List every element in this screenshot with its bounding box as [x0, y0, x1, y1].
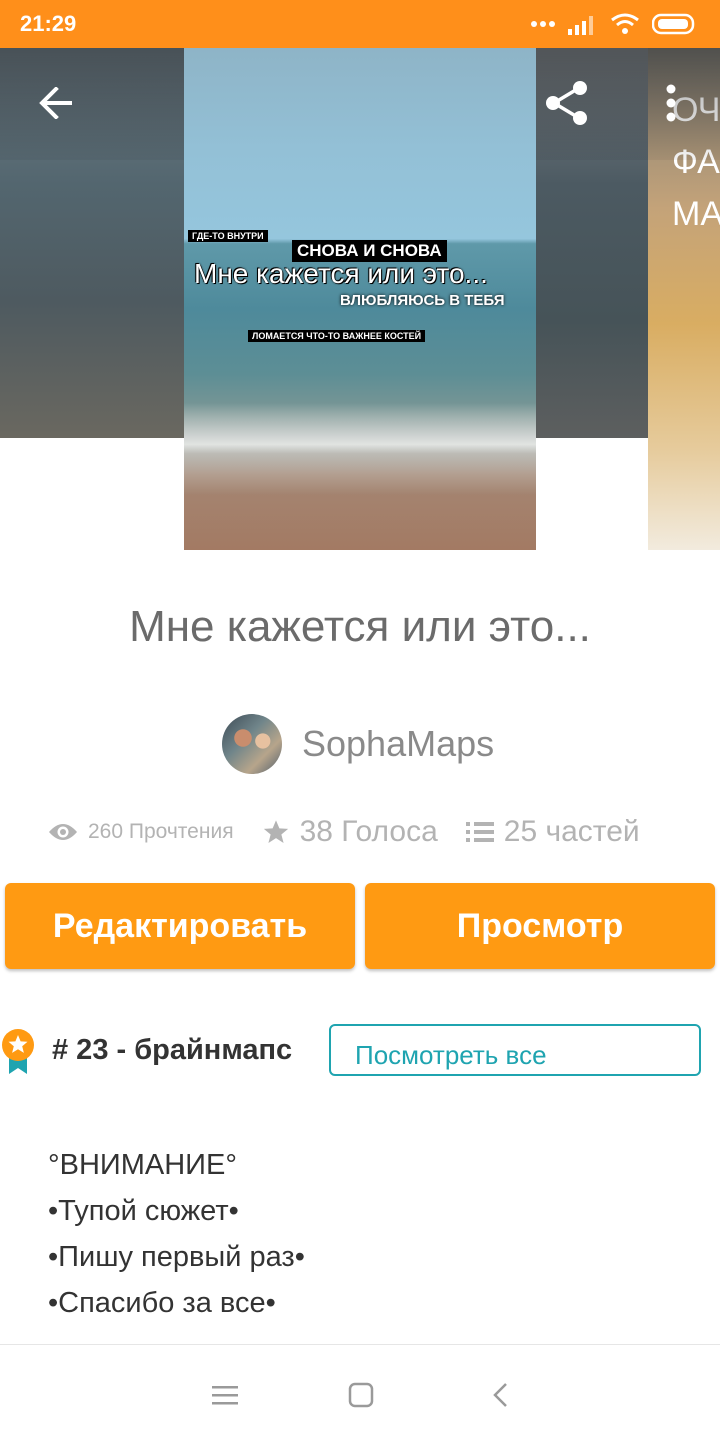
- system-nav-bar: [0, 1344, 720, 1441]
- author-name[interactable]: SophaMaps: [302, 723, 494, 765]
- cover-wave-foam: [184, 403, 536, 495]
- description-line: •Спасибо за все•: [48, 1287, 276, 1319]
- cover-carousel[interactable]: ОЧ ФА МА ГДЕ-ТО ВНУТРИ СНОВА И СНОВА Мне…: [0, 48, 720, 550]
- cover-text-line5: ЛОМАЕТСЯ ЧТО-ТО ВАЖНЕЕ КОСТЕЙ: [248, 330, 426, 342]
- signal-icon: [568, 16, 593, 35]
- votes-count: 38 Голоса: [299, 815, 438, 848]
- back-button[interactable]: [28, 75, 84, 131]
- parts-count: 25 частей: [503, 815, 640, 848]
- status-time: 21:29: [20, 11, 77, 36]
- menu-icon: [212, 1386, 238, 1405]
- reads-count: 260 Прочтения: [88, 820, 234, 843]
- status-icons: [530, 10, 698, 38]
- ranking-text: # 23 - брайнмапс: [52, 1034, 293, 1066]
- edit-button[interactable]: Редактировать: [5, 883, 355, 969]
- story-stats: 260 Прочтения 38 Голоса 25 частей: [48, 810, 668, 854]
- parts-stat: 25 частей: [465, 815, 640, 849]
- share-icon: [546, 81, 587, 125]
- system-back-button[interactable]: [480, 1375, 520, 1415]
- more-options-button[interactable]: [646, 75, 696, 131]
- description-line: •Тупой сюжет•: [48, 1195, 239, 1227]
- ranking-row: # 23 - брайнмапс Посмотреть все: [0, 1024, 720, 1082]
- avatar[interactable]: [222, 714, 282, 774]
- back-chevron-icon: [493, 1383, 507, 1407]
- cover-text-line1: ГДЕ-ТО ВНУТРИ: [188, 230, 268, 242]
- back-arrow-icon: [39, 87, 72, 119]
- share-button[interactable]: [539, 75, 595, 131]
- status-bar: 21:29: [0, 0, 720, 48]
- eye-icon: [49, 824, 77, 840]
- list-icon: [465, 822, 494, 842]
- home-square-icon: [348, 1382, 374, 1408]
- battery-icon: [652, 13, 695, 35]
- reads-stat: 260 Прочтения: [48, 820, 234, 844]
- more-vert-icon: [666, 84, 676, 122]
- votes-stat: 38 Голоса: [262, 815, 438, 849]
- story-cover[interactable]: ГДЕ-ТО ВНУТРИ СНОВА И СНОВА Мне кажется …: [184, 48, 536, 550]
- description-line: •Пишу первый раз•: [48, 1241, 305, 1273]
- cover-text-line4: ВЛЮБЛЯЮСЬ В ТЕБЯ: [340, 292, 505, 309]
- view-button[interactable]: Просмотр: [365, 883, 715, 969]
- author-row[interactable]: SophaMaps: [222, 714, 494, 774]
- see-all-button[interactable]: Посмотреть все: [329, 1024, 701, 1076]
- cover-text-line3: Мне кажется или это...: [194, 258, 488, 289]
- story-title: Мне кажется или это...: [129, 602, 591, 651]
- star-icon: [263, 820, 288, 843]
- menu-button[interactable]: [205, 1375, 245, 1415]
- wifi-icon: [611, 13, 639, 34]
- ribbon-medal-icon: [2, 1029, 34, 1074]
- story-description: °ВНИМАНИЕ° •Тупой сюжет• •Пишу первый ра…: [48, 1142, 305, 1326]
- home-button[interactable]: [341, 1375, 381, 1415]
- description-line: °ВНИМАНИЕ°: [48, 1149, 237, 1181]
- dots-icon: [531, 21, 555, 27]
